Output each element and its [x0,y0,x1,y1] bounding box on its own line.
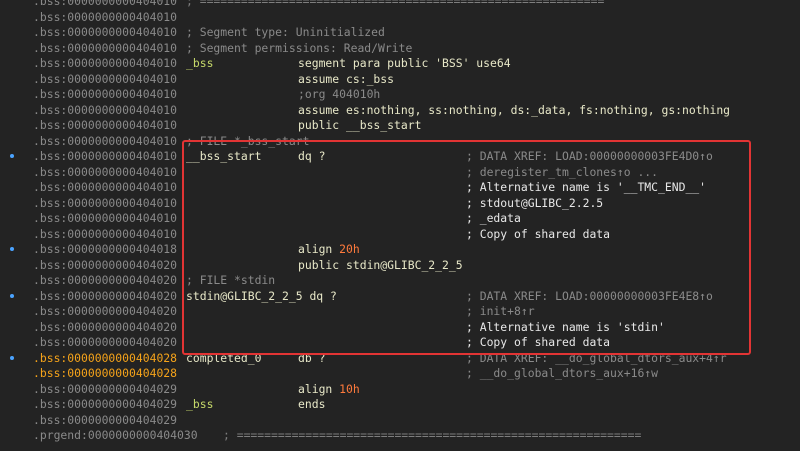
listing-line[interactable]: .bss:0000000000404010 ;org 404010h [0,87,800,103]
line-label[interactable]: _bss [186,56,213,72]
listing-line[interactable]: .bss:0000000000404010 ; Alternative name … [0,180,800,196]
line-xref-comment: ; __do_global_dtors_aux+16↑w [466,366,659,380]
line-instruction: assume cs:_bss [298,71,395,86]
line-address: .bss:0000000000404029 [33,381,178,396]
line-address: .bss:0000000000404010 [33,226,178,241]
line-address: .bss:0000000000404029 [33,397,178,411]
line-address: .bss:0000000000404020 [33,335,178,349]
line-instruction: ;org 404010h [298,87,381,101]
line-instruction: db ? [298,350,326,365]
listing-line[interactable]: .bss:0000000000404010 ; Segment permissio… [0,41,800,57]
listing-line[interactable]: .bss:0000000000404018 align 20h [0,242,800,258]
listing-line[interactable]: .bss:0000000000404020 ; Alternative name … [0,320,800,336]
line-xref-comment: ; _edata [466,211,521,225]
line-address: .bss:0000000000404010 [33,180,178,194]
line-address: .bss:0000000000404010 [33,118,178,132]
line-label[interactable]: completed_0 [186,351,261,367]
listing-line[interactable]: .bss:0000000000404020 ; init+8↑r [0,304,800,320]
line-instruction: segment para public 'BSS' use64 [298,56,511,70]
listing-line[interactable]: .bss:0000000000404010 ; stdout@GLIBC_2.2.… [0,196,800,212]
breakpoint-dot-icon[interactable] [10,355,14,360]
listing-line[interactable]: .bss:0000000000404010 assume es:nothing, … [0,103,800,119]
listing-line[interactable]: .bss:0000000000404010 __bss_start dq ? ; DA… [0,149,800,165]
listing-line[interactable]: .bss:0000000000404010 assume cs:_bss [0,72,800,88]
listing-line[interactable]: .bss:0000000000404010 ; Copy of shared da… [0,227,800,243]
line-address: .bss:0000000000404010 [33,87,178,101]
line-address: .bss:0000000000404010 [33,211,178,225]
line-xref-comment: ; stdout@GLIBC_2.2.5 [466,195,604,210]
listing-line[interactable]: .bss:0000000000404020 public stdin@GLIBC_… [0,258,800,274]
line-xref-comment: ; Alternative name is '__TMC_END__' [466,180,707,194]
listing-line[interactable]: .bss:0000000000404029 align 10h [0,382,800,398]
line-xref-comment: ; Copy of shared data [466,335,611,349]
listing-line[interactable]: .bss:0000000000404028 ; __do_global_dtors… [0,366,800,382]
line-address: .bss:0000000000404010 [33,195,178,210]
listing-line[interactable]: .prgend:0000000000404030 ; ==============… [0,428,800,444]
line-xref-comment: ; DATA XREF: LOAD:00000000003FE4E8↑o [466,288,713,303]
listing-line[interactable]: .bss:0000000000404028 completed_0 db ? ; DA… [0,351,800,367]
line-instruction: public __bss_start [298,118,422,132]
line-address: .bss:0000000000404028 [33,366,178,380]
line-address: .bss:0000000000404010 [33,0,178,8]
line-address: .bss:0000000000404020 [33,304,178,318]
breakpoint-dot-icon[interactable] [10,293,14,298]
line-comment: ; FILE *stdin [186,273,276,287]
breakpoint-dot-icon[interactable] [10,247,14,251]
line-address: .bss:0000000000404010 [33,25,178,39]
listing-line[interactable]: .bss:0000000000404010 public __bss_start [0,118,800,134]
line-address: .bss:0000000000404020 [33,257,178,272]
listing-line[interactable]: .bss:0000000000404010 ; _edata [0,211,800,227]
line-label[interactable]: __bss_start [186,149,261,165]
line-comment: ; FILE *_bss_start [186,133,310,148]
listing-line[interactable]: .bss:0000000000404010 ; Segment type: Uni… [0,25,800,41]
line-address: .bss:0000000000404010 [33,71,178,86]
line-address: .bss:0000000000404029 [33,412,178,427]
line-xref-comment: ; DATA XREF: LOAD:00000000003FE4D0↑o [466,149,713,163]
listing-line[interactable]: .bss:0000000000404010 ; =================… [0,0,800,10]
line-instruction: dq ? [298,149,326,163]
line-comment: ; ======================================… [186,0,605,8]
line-instruction: align 20h [298,242,360,256]
listing-line[interactable]: .bss:0000000000404020 ; FILE *stdin [0,273,800,289]
line-comment: ; ======================================… [223,428,642,442]
line-address: .bss:0000000000404028 [33,350,178,365]
line-address: .bss:0000000000404020 [33,319,178,334]
line-instruction: align 10h [298,381,360,396]
line-address: .prgend:0000000000404030 [33,428,198,442]
line-instruction: assume es:nothing, ss:nothing, ds:_data,… [298,102,731,117]
listing-line[interactable]: .bss:0000000000404010 ; deregister_tm_clo… [0,165,800,181]
line-address: .bss:0000000000404020 [33,273,178,287]
listing-line[interactable]: .bss:0000000000404010 ; FILE *_bss_start [0,134,800,150]
line-comment: ; Segment permissions: Read/Write [186,40,413,55]
line-instruction: ends [298,397,326,411]
line-xref-comment: ; Alternative name is 'stdin' [466,319,665,334]
line-address: .bss:0000000000404010 [33,9,178,24]
line-xref-comment: ; deregister_tm_clones↑o ... [466,164,659,179]
line-address: .bss:0000000000404010 [33,102,178,117]
listing-line[interactable]: .bss:0000000000404029 _bss ends [0,397,800,413]
breakpoint-dot-icon[interactable] [10,154,14,158]
line-xref-comment: ; init+8↑r [466,304,535,318]
line-address: .bss:0000000000404018 [33,242,178,256]
line-address: .bss:0000000000404010 [33,133,178,148]
line-address: .bss:0000000000404010 [33,40,178,55]
line-address: .bss:0000000000404010 [33,56,178,70]
line-xref-comment: ; Copy of shared data [466,226,611,241]
listing-line[interactable]: .bss:0000000000404010 _bss segment para pu… [0,56,800,72]
line-label[interactable]: stdin@GLIBC_2_2_5 dq ? [186,289,337,305]
line-instruction: public stdin@GLIBC_2_2_5 [298,257,463,272]
listing-line[interactable]: .bss:0000000000404010 [0,10,800,26]
line-comment: ; Segment type: Uninitialized [186,25,385,39]
line-address: .bss:0000000000404010 [33,149,178,163]
listing-line[interactable]: .bss:0000000000404029 [0,413,800,429]
listing-line[interactable]: .bss:0000000000404020 ; Copy of shared da… [0,335,800,351]
line-address: .bss:0000000000404020 [33,288,178,303]
line-address: .bss:0000000000404010 [33,164,178,179]
line-xref-comment: ; DATA XREF: __do_global_dtors_aux+4↑r [466,350,727,365]
line-label[interactable]: _bss [186,397,213,413]
disassembly-listing[interactable]: .bss:0000000000404010 ; =================… [0,0,800,444]
listing-line[interactable]: .bss:0000000000404020 stdin@GLIBC_2_2_5 d… [0,289,800,305]
